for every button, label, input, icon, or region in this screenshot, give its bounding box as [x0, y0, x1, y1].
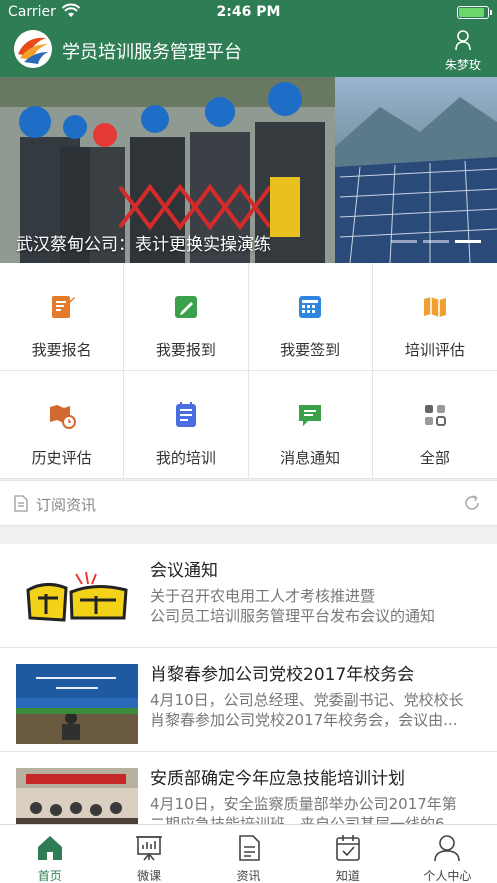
tab-label: 知道: [335, 869, 360, 883]
function-grid: 我要报名 我要报到 我要签到 培训评估 历史评估 我的培训 消息通知 全部: [0, 263, 497, 479]
map-fold-icon: [423, 297, 446, 317]
tab-home[interactable]: 首页: [0, 825, 99, 883]
grid-item-evaluate[interactable]: 培训评估: [372, 263, 497, 371]
news-title: 安质部确定今年应急技能培训计划: [150, 769, 405, 789]
news-list: 会议通知 关于召开农电用工人才考核推进暨 公司员工培训服务管理平台发布会议的通知…: [0, 544, 497, 824]
subscribe-bar[interactable]: 订阅资讯: [0, 480, 497, 526]
grid-item-label: 历史评估: [31, 449, 92, 467]
tab-label: 首页: [37, 869, 62, 883]
subscribe-label: 订阅资讯: [36, 496, 97, 514]
tab-label: 资讯: [236, 869, 261, 883]
person-icon: [434, 835, 461, 862]
home-icon: [37, 836, 62, 860]
app-header: 学员培训服务管理平台 朱梦玫: [0, 25, 497, 77]
news-summary: 肖黎春参加公司党校2017年校务会，会议由...: [150, 711, 458, 729]
user-icon: [455, 30, 471, 51]
carousel-indicator: [391, 240, 481, 243]
carousel-dot-active[interactable]: [455, 240, 481, 243]
tab-news[interactable]: 资讯: [199, 825, 298, 883]
carousel-dot[interactable]: [391, 240, 417, 243]
grid-item-checkin[interactable]: 我要签到: [248, 263, 373, 371]
apps-icon: [424, 405, 446, 426]
news-summary: 公司员工培训服务管理平台发布会议的通知: [150, 607, 436, 625]
grid-item-signup[interactable]: 我要报名: [0, 263, 125, 371]
document-icon: [14, 495, 28, 512]
grid-item-report[interactable]: 我要报到: [124, 263, 249, 371]
grid-item-label: 我要报到: [155, 341, 216, 359]
grid-item-history[interactable]: 历史评估: [0, 371, 125, 479]
grid-item-label: 我要报名: [31, 341, 92, 359]
tab-microcourse[interactable]: 微课: [99, 825, 198, 883]
tab-label: 微课: [137, 869, 162, 883]
user-profile-button[interactable]: 朱梦玫: [441, 29, 485, 73]
battery-icon: [457, 6, 492, 19]
grid-item-all[interactable]: 全部: [372, 371, 497, 479]
document-icon: [238, 835, 260, 861]
news-title: 肖黎春参加公司党校2017年校务会: [150, 665, 415, 685]
grid-item-label: 我要签到: [280, 341, 341, 359]
edit-form-icon: [51, 296, 75, 318]
grid-item-label: 消息通知: [280, 449, 341, 467]
clock: 2:46 PM: [216, 4, 281, 20]
list-item[interactable]: 会议通知 关于召开农电用工人才考核推进暨 公司员工培训服务管理平台发布会议的通知: [0, 544, 497, 648]
news-summary: 关于召开农电用工人才考核推进暨: [150, 587, 376, 605]
banner-carousel[interactable]: 武汉蔡甸公司：表计更换实操演练: [0, 77, 497, 263]
carousel-dot[interactable]: [423, 240, 449, 243]
news-summary: 二期应急技能培训班，来自公司基层一线的6...: [150, 815, 459, 824]
grid-item-label: 培训评估: [404, 341, 465, 359]
presentation-icon: [136, 836, 163, 861]
calendar-grid-icon: [299, 296, 322, 318]
user-name: 朱梦玫: [444, 58, 481, 72]
news-summary: 4月10日，安全监察质量部举办公司2017年第: [150, 795, 457, 813]
banner-caption: 武汉蔡甸公司：表计更换实操演练: [16, 235, 271, 255]
grid-item-label: 全部: [419, 449, 450, 467]
status-bar: Carrier 2:46 PM: [0, 0, 497, 25]
pencil-check-icon: [174, 296, 197, 318]
tab-profile[interactable]: 个人中心: [398, 825, 497, 883]
message-icon: [299, 405, 322, 426]
tab-knowledge[interactable]: 知道: [298, 825, 397, 883]
grid-item-label: 我的培训: [155, 449, 216, 467]
news-summary: 4月10日，公司总经理、党委副书记、党校校长: [150, 691, 464, 709]
tab-bar: 首页 微课 资讯 知道 个人中心: [0, 824, 497, 883]
news-thumbnail: [16, 560, 138, 640]
grid-item-my-training[interactable]: 我的培训: [124, 371, 249, 479]
map-clock-icon: [49, 405, 76, 429]
list-item[interactable]: 安质部确定今年应急技能培训计划 4月10日，安全监察质量部举办公司2017年第 …: [0, 752, 497, 824]
grid-item-messages[interactable]: 消息通知: [248, 371, 373, 479]
app-title: 学员培训服务管理平台: [62, 42, 242, 63]
news-title: 会议通知: [150, 561, 218, 581]
news-thumbnail: [16, 768, 138, 824]
app-logo: [14, 30, 52, 68]
refresh-icon[interactable]: [463, 494, 481, 512]
calendar-check-icon: [336, 835, 360, 861]
notebook-icon: [175, 402, 196, 427]
tab-label: 个人中心: [423, 869, 472, 883]
news-thumbnail: [16, 664, 138, 744]
list-item[interactable]: 肖黎春参加公司党校2017年校务会 4月10日，公司总经理、党委副书记、党校校长…: [0, 648, 497, 752]
